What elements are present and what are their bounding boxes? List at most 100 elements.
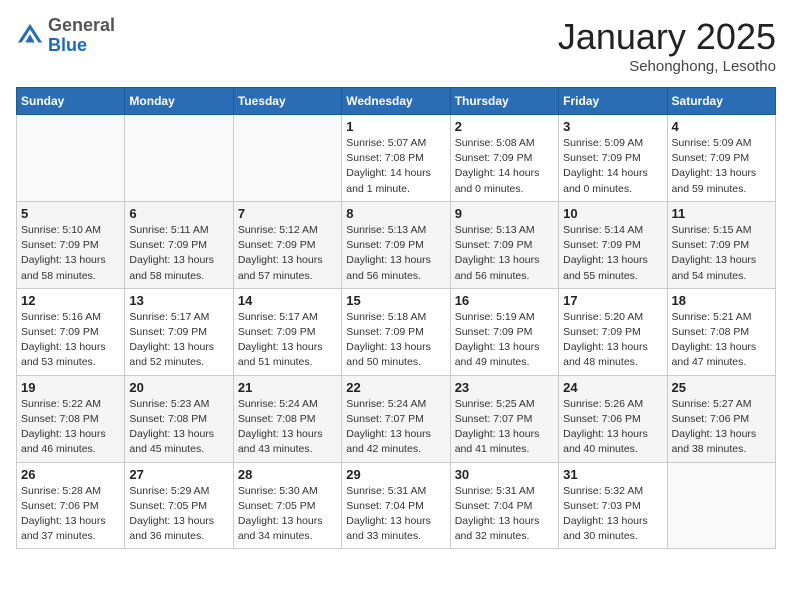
day-number: 24	[563, 380, 662, 395]
day-info: Sunrise: 5:23 AMSunset: 7:08 PMDaylight:…	[129, 397, 228, 458]
logo-text: General Blue	[48, 16, 115, 56]
day-number: 25	[672, 380, 771, 395]
day-info: Sunrise: 5:19 AMSunset: 7:09 PMDaylight:…	[455, 310, 554, 371]
logo-icon	[16, 22, 44, 50]
day-number: 4	[672, 119, 771, 134]
calendar-cell: 13 Sunrise: 5:17 AMSunset: 7:09 PMDayligh…	[125, 288, 233, 375]
day-number: 12	[21, 293, 120, 308]
day-info: Sunrise: 5:22 AMSunset: 7:08 PMDaylight:…	[21, 397, 120, 458]
calendar-cell: 14 Sunrise: 5:17 AMSunset: 7:09 PMDayligh…	[233, 288, 341, 375]
calendar-cell: 25 Sunrise: 5:27 AMSunset: 7:06 PMDayligh…	[667, 375, 775, 462]
day-info: Sunrise: 5:17 AMSunset: 7:09 PMDaylight:…	[238, 310, 337, 371]
day-info: Sunrise: 5:11 AMSunset: 7:09 PMDaylight:…	[129, 223, 228, 284]
calendar-cell: 16Sunrise: 5:19 AMSunset: 7:09 PMDayligh…	[450, 288, 558, 375]
page-header: General Blue January 2025 Sehonghong, Le…	[16, 16, 776, 75]
logo: General Blue	[16, 16, 115, 56]
day-number: 28	[238, 467, 337, 482]
calendar-cell: 19 Sunrise: 5:22 AMSunset: 7:08 PMDayligh…	[17, 375, 125, 462]
calendar-week-row: 26Sunrise: 5:28 AMSunset: 7:06 PMDayligh…	[17, 462, 776, 549]
day-number: 21	[238, 380, 337, 395]
calendar-cell: 18 Sunrise: 5:21 AMSunset: 7:08 PMDayligh…	[667, 288, 775, 375]
calendar-cell: 23 Sunrise: 5:25 AMSunset: 7:07 PMDayligh…	[450, 375, 558, 462]
day-info: Sunrise: 5:26 AMSunset: 7:06 PMDaylight:…	[563, 397, 662, 458]
day-number: 9	[455, 206, 554, 221]
calendar-cell: 1 Sunrise: 5:07 AMSunset: 7:08 PMDaylight…	[342, 115, 450, 202]
day-number: 7	[238, 206, 337, 221]
day-number: 14	[238, 293, 337, 308]
day-number: 27	[129, 467, 228, 482]
day-info: Sunrise: 5:24 AMSunset: 7:08 PMDaylight:…	[238, 397, 337, 458]
calendar-cell: 21 Sunrise: 5:24 AMSunset: 7:08 PMDayligh…	[233, 375, 341, 462]
day-info: Sunrise: 5:12 AMSunset: 7:09 PMDaylight:…	[238, 223, 337, 284]
calendar-cell	[125, 115, 233, 202]
day-info: Sunrise: 5:17 AMSunset: 7:09 PMDaylight:…	[129, 310, 228, 371]
calendar-cell: 31Sunrise: 5:32 AMSunset: 7:03 PMDayligh…	[559, 462, 667, 549]
calendar-cell: 28 Sunrise: 5:30 AMSunset: 7:05 PMDayligh…	[233, 462, 341, 549]
calendar-cell: 7 Sunrise: 5:12 AMSunset: 7:09 PMDaylight…	[233, 201, 341, 288]
day-info: Sunrise: 5:27 AMSunset: 7:06 PMDaylight:…	[672, 397, 771, 458]
day-info: Sunrise: 5:07 AMSunset: 7:08 PMDaylight:…	[346, 136, 445, 197]
calendar-cell: 10 Sunrise: 5:14 AMSunset: 7:09 PMDayligh…	[559, 201, 667, 288]
weekday-header: Tuesday	[233, 88, 341, 115]
day-info: Sunrise: 5:25 AMSunset: 7:07 PMDaylight:…	[455, 397, 554, 458]
day-info: Sunrise: 5:16 AMSunset: 7:09 PMDaylight:…	[21, 310, 120, 371]
calendar-cell: 22 Sunrise: 5:24 AMSunset: 7:07 PMDayligh…	[342, 375, 450, 462]
weekday-header: Wednesday	[342, 88, 450, 115]
day-number: 22	[346, 380, 445, 395]
day-number: 8	[346, 206, 445, 221]
calendar-cell: 2Sunrise: 5:08 AMSunset: 7:09 PMDaylight…	[450, 115, 558, 202]
calendar-week-row: 12 Sunrise: 5:16 AMSunset: 7:09 PMDayligh…	[17, 288, 776, 375]
day-number: 30	[455, 467, 554, 482]
calendar-cell	[667, 462, 775, 549]
calendar-cell: 26Sunrise: 5:28 AMSunset: 7:06 PMDayligh…	[17, 462, 125, 549]
calendar-cell: 11Sunrise: 5:15 AMSunset: 7:09 PMDayligh…	[667, 201, 775, 288]
day-number: 6	[129, 206, 228, 221]
day-info: Sunrise: 5:09 AMSunset: 7:09 PMDaylight:…	[672, 136, 771, 197]
day-info: Sunrise: 5:31 AMSunset: 7:04 PMDaylight:…	[346, 484, 445, 545]
day-number: 23	[455, 380, 554, 395]
calendar-cell: 20 Sunrise: 5:23 AMSunset: 7:08 PMDayligh…	[125, 375, 233, 462]
day-number: 19	[21, 380, 120, 395]
calendar-cell	[17, 115, 125, 202]
calendar-week-row: 5Sunrise: 5:10 AMSunset: 7:09 PMDaylight…	[17, 201, 776, 288]
day-number: 10	[563, 206, 662, 221]
day-info: Sunrise: 5:13 AMSunset: 7:09 PMDaylight:…	[455, 223, 554, 284]
day-info: Sunrise: 5:18 AMSunset: 7:09 PMDaylight:…	[346, 310, 445, 371]
calendar-cell: 4 Sunrise: 5:09 AMSunset: 7:09 PMDaylight…	[667, 115, 775, 202]
day-number: 29	[346, 467, 445, 482]
weekday-header: Friday	[559, 88, 667, 115]
weekday-header: Sunday	[17, 88, 125, 115]
day-info: Sunrise: 5:24 AMSunset: 7:07 PMDaylight:…	[346, 397, 445, 458]
day-number: 20	[129, 380, 228, 395]
day-number: 17	[563, 293, 662, 308]
day-number: 15	[346, 293, 445, 308]
day-info: Sunrise: 5:15 AMSunset: 7:09 PMDaylight:…	[672, 223, 771, 284]
day-info: Sunrise: 5:21 AMSunset: 7:08 PMDaylight:…	[672, 310, 771, 371]
calendar-cell: 5Sunrise: 5:10 AMSunset: 7:09 PMDaylight…	[17, 201, 125, 288]
day-number: 2	[455, 119, 554, 134]
location-subtitle: Sehonghong, Lesotho	[558, 58, 776, 75]
calendar-cell: 8 Sunrise: 5:13 AMSunset: 7:09 PMDaylight…	[342, 201, 450, 288]
day-info: Sunrise: 5:30 AMSunset: 7:05 PMDaylight:…	[238, 484, 337, 545]
day-number: 31	[563, 467, 662, 482]
day-info: Sunrise: 5:31 AMSunset: 7:04 PMDaylight:…	[455, 484, 554, 545]
day-number: 3	[563, 119, 662, 134]
calendar-cell: 24 Sunrise: 5:26 AMSunset: 7:06 PMDayligh…	[559, 375, 667, 462]
calendar-cell: 15 Sunrise: 5:18 AMSunset: 7:09 PMDayligh…	[342, 288, 450, 375]
day-info: Sunrise: 5:29 AMSunset: 7:05 PMDaylight:…	[129, 484, 228, 545]
day-number: 1	[346, 119, 445, 134]
day-number: 13	[129, 293, 228, 308]
day-info: Sunrise: 5:10 AMSunset: 7:09 PMDaylight:…	[21, 223, 120, 284]
day-number: 26	[21, 467, 120, 482]
calendar-cell: 29 Sunrise: 5:31 AMSunset: 7:04 PMDayligh…	[342, 462, 450, 549]
weekday-header: Thursday	[450, 88, 558, 115]
day-info: Sunrise: 5:20 AMSunset: 7:09 PMDaylight:…	[563, 310, 662, 371]
day-number: 18	[672, 293, 771, 308]
weekday-header-row: SundayMondayTuesdayWednesdayThursdayFrid…	[17, 88, 776, 115]
calendar-week-row: 19 Sunrise: 5:22 AMSunset: 7:08 PMDayligh…	[17, 375, 776, 462]
month-title: January 2025	[558, 16, 776, 58]
calendar-cell: 6 Sunrise: 5:11 AMSunset: 7:09 PMDaylight…	[125, 201, 233, 288]
day-info: Sunrise: 5:14 AMSunset: 7:09 PMDaylight:…	[563, 223, 662, 284]
day-info: Sunrise: 5:13 AMSunset: 7:09 PMDaylight:…	[346, 223, 445, 284]
logo-blue-text: Blue	[48, 36, 115, 56]
